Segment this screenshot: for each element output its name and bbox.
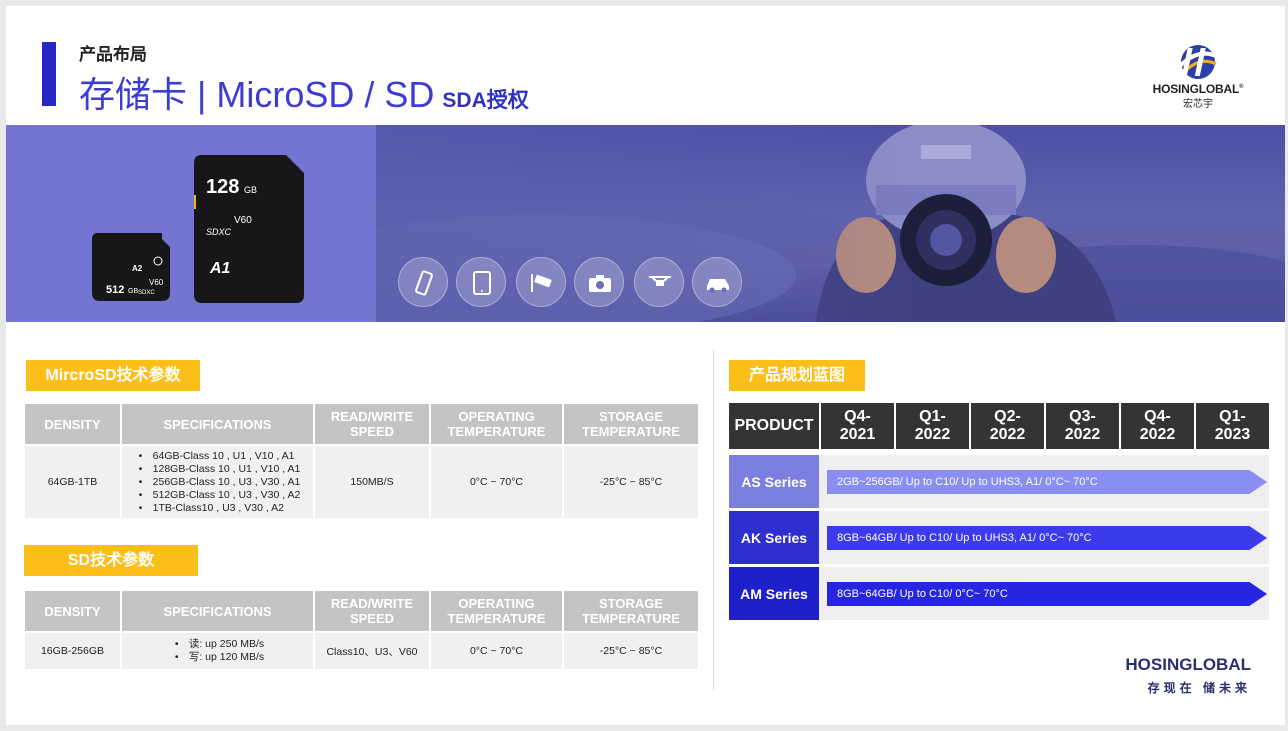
roadmap-row-ak: AK Series 8GB~64GB/ Up to C10/ Up to UHS… [729,511,1269,564]
logo-name: HOSINGLOBAL® [1152,82,1244,96]
density-cell: 64GB-1TB [25,444,120,518]
quarter-header: Q3- 2022 [1046,403,1119,449]
operating-temp-cell: 0°C ~ 70°C [431,631,562,669]
microsd-section-label: MircroSD技术参数 [26,360,200,391]
operating-temp-cell: 0°C ~ 70°C [431,444,562,518]
column-header: DENSITY [25,591,120,631]
specifications-cell: 读: up 250 MB/s 写: up 120 MB/s [122,631,313,669]
specifications-cell: 64GB-Class 10 , U1 , V10 , A1 128GB-Clas… [122,444,313,518]
quarter-header: Q4- 2022 [1121,403,1194,449]
svg-text:512: 512 [106,284,124,296]
roadmap-row-as: AS Series 2GB~256GB/ Up to C10/ Up to UH… [729,455,1269,508]
series-timeline-bar: 2GB~256GB/ Up to C10/ Up to UHS3, A1/ 0°… [827,470,1267,494]
column-header: DENSITY [25,404,120,444]
page-subtitle: 产品布局 [79,45,147,64]
speed-cell: 150MB/S [315,444,429,518]
quarter-header: Q2- 2022 [971,403,1044,449]
svg-text:A1: A1 [209,260,231,277]
svg-text:SDXC: SDXC [138,290,155,296]
column-header: READ/WRITE SPEED [315,591,429,631]
tablet-icon [456,257,506,307]
phone-icon [398,257,448,307]
spec-item: 128GB-Class 10 , U1 , V10 , A1 [135,463,301,476]
sd-spec-table: DENSITY SPECIFICATIONS READ/WRITE SPEED … [23,591,700,669]
footer-slogan: 存现在 储未来 [1147,681,1251,695]
product-column-header: PRODUCT [729,403,819,449]
roadmap-row-am: AM Series 8GB~64GB/ Up to C10/ 0°C~ 70°C [729,567,1269,620]
page-title-text: 存储卡 | MicroSD / SD [79,74,435,115]
roadmap-section-label: 产品规划蓝图 [729,360,865,391]
column-header: SPECIFICATIONS [122,404,313,444]
storage-temp-cell: -25°C ~ 85°C [564,444,698,518]
spec-item: 512GB-Class 10 , U3 , V30 , A2 [135,489,301,502]
storage-temp-cell: -25°C ~ 85°C [564,631,698,669]
svg-text:128: 128 [206,176,239,198]
speed-cell: Class10、U3、V60 [315,631,429,669]
page-title: 存储卡 | MicroSD / SD SDA授权 [79,66,529,118]
security-camera-icon [516,257,566,307]
car-icon [692,257,742,307]
logo-mark-icon [1178,45,1217,79]
footer-brand-name: HOSINGLOBAL [1125,655,1251,674]
series-name: AM Series [729,567,819,620]
title-accent-bar [42,42,56,106]
column-header: STORAGE TEMPERATURE [564,404,698,444]
table-row: 16GB-256GB 读: up 250 MB/s 写: up 120 MB/s… [25,631,698,669]
svg-text:A2: A2 [132,264,143,273]
sd-card-image: 128 GB V60 SDXC A1 [194,155,304,303]
svg-text:GB: GB [244,185,257,195]
page-title-tag: SDA授权 [442,89,529,112]
spec-item: 读: up 250 MB/s [171,638,264,651]
svg-text:SDXC: SDXC [206,227,232,237]
roadmap-table: PRODUCT Q4- 2021 Q1- 2022 Q2- 2022 Q3- 2022 … [729,403,1269,620]
column-header: SPECIFICATIONS [122,591,313,631]
quarter-header: Q1- 2022 [896,403,969,449]
spec-item: 写: up 120 MB/s [171,651,264,664]
quarter-header: Q1- 2023 [1196,403,1269,449]
series-name: AS Series [729,455,819,508]
column-header: READ/WRITE SPEED [315,404,429,444]
camera-icon [574,257,624,307]
quarter-header: Q4- 2021 [821,403,894,449]
drone-icon [634,257,684,307]
table-row: 64GB-1TB 64GB-Class 10 , U1 , V10 , A1 1… [25,444,698,518]
banner-cards-panel: 512 GB A2 V60 SDXC 128 GB V60 SDXC A1 [6,125,376,322]
column-header: STORAGE TEMPERATURE [564,591,698,631]
svg-text:GB: GB [128,288,138,295]
column-header: OPERATING TEMPERATURE [431,404,562,444]
sd-section-label: SD技术参数 [24,545,198,576]
product-banner: 512 GB A2 V60 SDXC 128 GB V60 SDXC A1 [6,125,1285,322]
svg-text:V60: V60 [149,278,164,287]
banner-overlay [376,125,1285,322]
density-cell: 16GB-256GB [25,631,120,669]
company-logo: HOSINGLOBAL® 宏芯宇 [1143,42,1253,112]
column-divider [713,350,714,690]
roadmap-header-row: PRODUCT Q4- 2021 Q1- 2022 Q2- 2022 Q3- 2022 … [729,403,1269,449]
series-timeline-bar: 8GB~64GB/ Up to C10/ 0°C~ 70°C [827,582,1267,606]
microsd-card-image: 512 GB A2 V60 SDXC [92,233,170,301]
series-name: AK Series [729,511,819,564]
column-header: OPERATING TEMPERATURE [431,591,562,631]
series-timeline-bar: 8GB~64GB/ Up to C10/ Up to UHS3, A1/ 0°C… [827,526,1267,550]
svg-text:V60: V60 [234,215,252,226]
slide: 产品布局 存储卡 | MicroSD / SD SDA授权 HOSINGLOBAL… [6,6,1285,725]
logo-chinese-name: 宏芯宇 [1183,99,1213,110]
spec-item: 256GB-Class 10 , U3 , V30 , A1 [135,476,301,489]
spec-item: 64GB-Class 10 , U1 , V10 , A1 [135,450,301,463]
banner-photo-panel [376,125,1285,322]
microsd-spec-table: DENSITY SPECIFICATIONS READ/WRITE SPEED … [23,404,700,518]
spec-item: 1TB-Class10 , U3 , V30 , A2 [135,502,301,515]
